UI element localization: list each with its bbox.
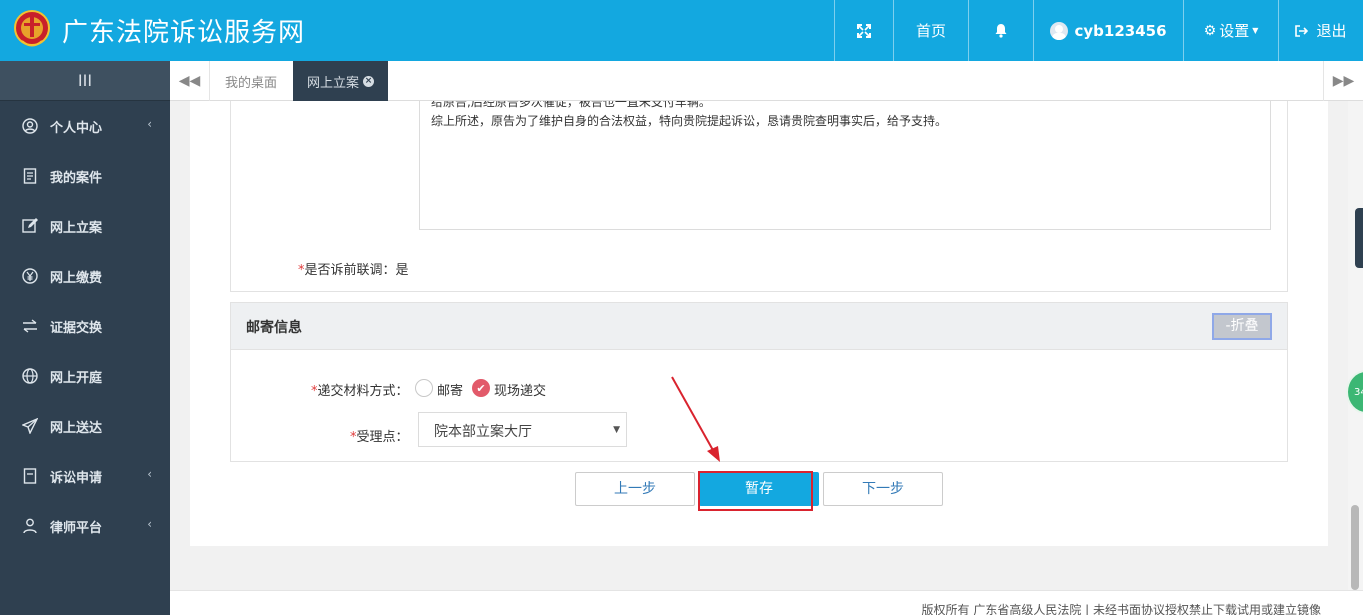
sidebar-toggle-button[interactable]: III [0, 61, 170, 101]
sidebar-item-lawyer-platform[interactable]: 律师平台 ‹ [0, 501, 170, 551]
sidebar: III 个人中心 ‹ 我的案件 网上立案 网上缴费 证据交换 网上开庭 网上送达… [0, 61, 170, 615]
complaint-line: 给原告,后经原告多次催促，被告也一直未支付车辆。 [431, 101, 711, 109]
tab-online-filing[interactable]: 网上立案 × [293, 61, 389, 101]
tab-label: 我的桌面 [225, 75, 278, 91]
sidebar-item-label: 证据交换 [50, 320, 103, 336]
tab-my-desktop[interactable]: 我的桌面 [211, 61, 291, 101]
radio-onsite[interactable]: ✔ [472, 379, 490, 397]
caret-down-icon: ▼ [1252, 26, 1259, 35]
next-step-button[interactable]: 下一步 [823, 472, 943, 506]
mediation-label: 是否诉前联调： [304, 263, 396, 278]
site-title: 广东法院诉讼服务网 [62, 18, 306, 48]
top-nav: 首页 cyb123456 ⚙ 设置 ▼ 退出 [834, 0, 1363, 61]
check-icon: ✔ [476, 382, 486, 395]
caret-down-icon: ▼ [613, 425, 620, 435]
scrollbar-thumb[interactable] [1351, 505, 1359, 590]
annotation-highlight-box [698, 471, 813, 511]
sidebar-item-evidence-exchange[interactable]: 证据交换 [0, 301, 170, 351]
sidebar-item-online-payment[interactable]: 网上缴费 [0, 251, 170, 301]
accept-point-select[interactable]: 院本部立案大厅 ▼ [418, 412, 627, 447]
fullscreen-icon [857, 23, 871, 38]
complaint-line: 综上所述，原告为了维护自身的合法权益，特向贵院提起诉讼，恳请贵院查明事实后，给予… [431, 114, 948, 128]
exchange-icon [21, 317, 39, 335]
fold-button[interactable]: -折叠 [1212, 313, 1272, 340]
user-icon [21, 117, 39, 135]
sidebar-item-online-delivery[interactable]: 网上送达 [0, 401, 170, 451]
edit-icon [21, 217, 39, 235]
footer: 版权所有 广东省高级人民法院 | 未经书面协议授权禁止下载试用或建立镜像 [170, 590, 1363, 615]
double-chevron-left-icon: ◀◀ [178, 73, 201, 89]
sidebar-item-label: 网上开庭 [50, 370, 103, 386]
yen-icon [21, 267, 39, 285]
annotation-arrow-icon [671, 376, 720, 462]
tab-bar: ◀◀ 我的桌面 网上立案 × ▶▶ [170, 61, 1363, 101]
tab-scroll-left-button[interactable]: ◀◀ [170, 61, 210, 101]
sidebar-item-label: 我的案件 [50, 170, 103, 186]
submit-method-field: *递交材料方式： [311, 384, 409, 399]
radio-mail-label[interactable]: 邮寄 [437, 380, 463, 399]
fullscreen-button[interactable] [834, 0, 893, 61]
settings-menu[interactable]: ⚙ 设置 ▼ [1183, 0, 1278, 61]
sidebar-item-label: 网上缴费 [50, 270, 103, 286]
tab-label: 网上立案 [307, 75, 360, 91]
page-scrollbar[interactable] [1348, 101, 1363, 590]
close-icon[interactable]: × [363, 75, 375, 87]
person-icon [21, 517, 39, 535]
submit-method-label: 递交材料方式： [317, 384, 409, 399]
avatar [1050, 21, 1069, 40]
send-icon [21, 417, 39, 435]
logout-button[interactable]: 退出 [1278, 0, 1363, 61]
chevron-left-icon: ‹ [147, 517, 152, 531]
settings-label: 设置 [1219, 22, 1250, 40]
mediation-field: *是否诉前联调：是 [298, 263, 409, 278]
radio-mail[interactable] [415, 379, 433, 397]
accept-point-value: 院本部立案大厅 [434, 424, 532, 440]
court-emblem-icon [14, 10, 50, 47]
mail-info-header: 邮寄信息 -折叠 [231, 303, 1287, 350]
sidebar-item-label: 律师平台 [50, 520, 103, 536]
chevron-left-icon: ‹ [147, 467, 152, 481]
chevron-left-icon: ‹ [147, 117, 152, 131]
sidebar-item-label: 网上送达 [50, 420, 103, 436]
top-header: 广东法院诉讼服务网 首页 cyb123456 ⚙ 设置 ▼ 退出 [0, 0, 1363, 61]
home-link[interactable]: 首页 [893, 0, 968, 61]
user-menu[interactable]: cyb123456 [1033, 0, 1183, 61]
notification-button[interactable] [968, 0, 1033, 61]
document-icon [21, 167, 39, 185]
bell-icon [995, 24, 1007, 38]
gear-icon: ⚙ [1203, 22, 1217, 39]
accept-point-label: 受理点： [356, 430, 409, 445]
prev-step-button[interactable]: 上一步 [575, 472, 695, 506]
tab-scroll-right-button[interactable]: ▶▶ [1323, 61, 1363, 101]
double-chevron-right-icon: ▶▶ [1332, 73, 1355, 89]
logout-icon [1295, 24, 1309, 37]
sidebar-item-my-cases[interactable]: 我的案件 [0, 151, 170, 201]
sidebar-item-online-hearing[interactable]: 网上开庭 [0, 351, 170, 401]
complaint-textarea[interactable]: 给原告,后经原告多次催促，被告也一直未支付车辆。 综上所述，原告为了维护自身的合… [419, 101, 1271, 230]
copyright-text: 版权所有 广东省高级人民法院 | 未经书面协议授权禁止下载试用或建立镜像 [921, 603, 1322, 615]
radio-onsite-label[interactable]: 现场递交 [494, 380, 546, 399]
sidebar-item-personal-center[interactable]: 个人中心 ‹ [0, 101, 170, 151]
accept-point-field: *受理点： [350, 430, 409, 445]
sidebar-item-online-filing[interactable]: 网上立案 [0, 201, 170, 251]
mediation-value: 是 [395, 263, 409, 278]
sidebar-item-label: 诉讼申请 [50, 470, 103, 486]
sidebar-item-litigation-application[interactable]: 诉讼申请 ‹ [0, 451, 170, 501]
sidebar-item-label: 网上立案 [50, 220, 103, 236]
logout-label: 退出 [1316, 22, 1347, 40]
side-float-widget[interactable] [1355, 208, 1363, 268]
globe-icon [21, 367, 39, 385]
file-icon [21, 467, 39, 485]
mail-info-title: 邮寄信息 [246, 320, 302, 336]
username: cyb123456 [1074, 21, 1167, 40]
sidebar-item-label: 个人中心 [50, 120, 103, 136]
